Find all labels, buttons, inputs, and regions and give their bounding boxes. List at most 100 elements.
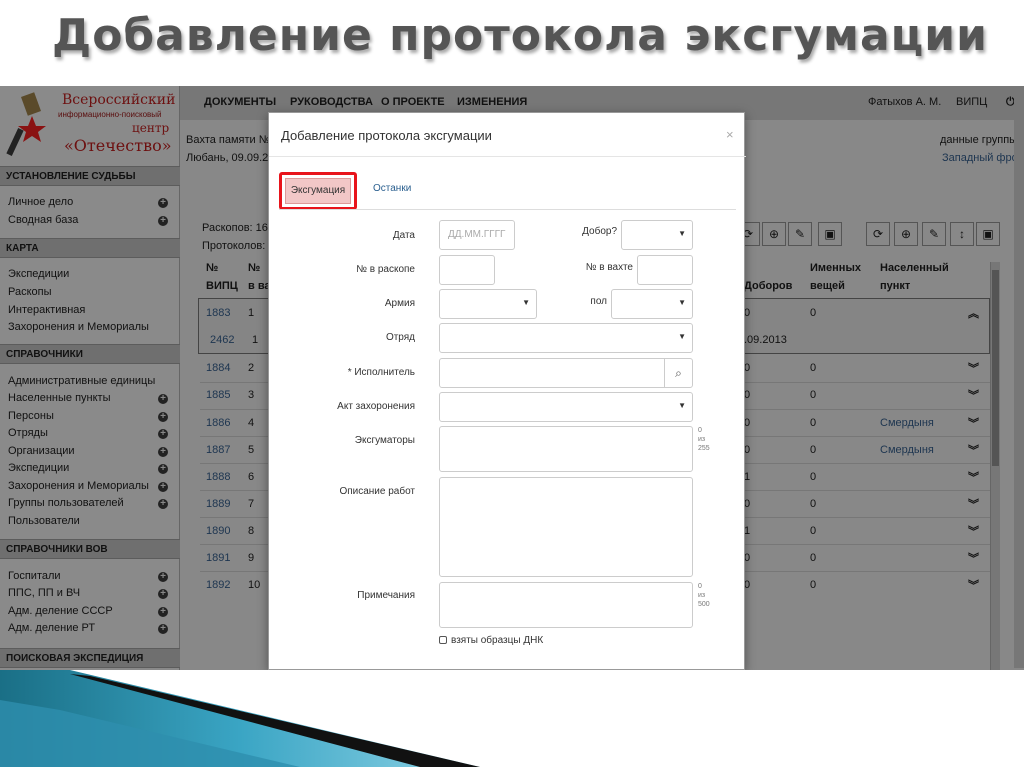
dobor-select[interactable]: ▼ (621, 220, 693, 250)
table-row-id[interactable]: 1890 (206, 525, 230, 537)
burial-act-select[interactable]: ▼ (439, 392, 693, 422)
image-icon[interactable]: ▣ (818, 222, 842, 246)
plus-icon[interactable]: + (158, 624, 168, 634)
chevron-down-icon[interactable]: ︾ (968, 577, 979, 593)
image-icon[interactable]: ▣ (976, 222, 1000, 246)
sidebar-item-rt-division[interactable]: Адм. деление РТ (8, 622, 95, 634)
nav-about[interactable]: О ПРОЕКТЕ (381, 96, 445, 108)
chevron-down-icon[interactable]: ︾ (968, 360, 979, 376)
chevron-down-icon[interactable]: ︾ (968, 550, 979, 566)
table-row-id[interactable]: 1891 (206, 552, 230, 564)
caret-down-icon: ▼ (678, 401, 686, 410)
chevron-down-icon[interactable]: ︾ (968, 442, 979, 458)
chevron-down-icon[interactable]: ︾ (968, 469, 979, 485)
raskop-number-input[interactable] (439, 255, 495, 285)
nav-documents[interactable]: ДОКУМЕНТЫ (204, 96, 276, 108)
chevron-down-icon[interactable]: ︾ (968, 496, 979, 512)
sidebar-item-burials[interactable]: Захоронения и Мемориалы (8, 480, 149, 492)
add-icon[interactable]: ⊕ (762, 222, 786, 246)
sidebar-item-units[interactable]: ППС, ПП и ВЧ (8, 587, 80, 599)
sidebar-item-ussr-division[interactable]: Адм. деление СССР (8, 605, 113, 617)
sidebar-item-burials-map[interactable]: Захоронения и Мемориалы (8, 321, 149, 333)
plus-icon[interactable]: + (158, 216, 168, 226)
vakhta-number-input[interactable] (637, 255, 693, 285)
sidebar-section-map: КАРТА (0, 238, 180, 258)
plus-icon[interactable]: + (158, 447, 168, 457)
exhumators-textarea[interactable] (439, 426, 693, 472)
close-icon[interactable]: × (726, 127, 734, 142)
sidebar-item-expeditions[interactable]: Экспедиции (8, 462, 69, 474)
nav-guides[interactable]: РУКОВОДСТВА (290, 96, 373, 108)
plus-icon[interactable]: + (158, 198, 168, 208)
table-row-id[interactable]: 1888 (206, 471, 230, 483)
plus-icon[interactable]: + (158, 499, 168, 509)
refresh-icon[interactable]: ⟳ (866, 222, 890, 246)
plus-icon[interactable]: + (158, 589, 168, 599)
squad-select[interactable]: ▼ (439, 323, 693, 353)
sidebar-item-summary-base[interactable]: Сводная база (8, 214, 78, 226)
user-name[interactable]: Фатыхов А. М. (868, 96, 941, 108)
table-cell-named: 0 (810, 417, 817, 429)
add-icon[interactable]: ⊕ (894, 222, 918, 246)
settlement-link[interactable]: Смердыня (880, 444, 934, 456)
add-protocol-modal: Добавление протокола эксгумации × Эксгум… (268, 112, 746, 670)
exhumators-counter: 0 из 255 (698, 426, 710, 453)
sidebar: Всероссийский информационно-поисковый це… (0, 86, 180, 670)
sort-icon[interactable]: ↕ (950, 222, 974, 246)
sidebar-item-admin-units[interactable]: Административные единицы (8, 375, 155, 387)
sidebar-item-squads[interactable]: Отряды (8, 427, 48, 439)
table-scrollbar[interactable] (990, 262, 1000, 670)
dna-checkbox[interactable]: взяты образцы ДНК (439, 635, 543, 646)
page-scrollbar[interactable] (1014, 92, 1024, 668)
sidebar-item-persons[interactable]: Персоны (8, 410, 54, 422)
sidebar-item-user-groups[interactable]: Группы пользователей (8, 497, 124, 509)
sidebar-item-excavations[interactable]: Раскопы (8, 286, 52, 298)
scrollbar-thumb[interactable] (992, 270, 999, 466)
settlement-link[interactable]: Смердыня (880, 417, 934, 429)
plus-icon[interactable]: + (158, 429, 168, 439)
work-description-textarea[interactable] (439, 477, 693, 577)
table-row-id[interactable]: 1883 (206, 307, 230, 319)
burial-act-label: Акт захоронения (337, 401, 415, 412)
search-icon[interactable]: ⌕ (664, 359, 692, 387)
date-input[interactable]: ДД.ММ.ГГГГ (439, 220, 515, 250)
sidebar-item-hospitals[interactable]: Госпитали (8, 570, 61, 582)
sidebar-item-interactive[interactable]: Интерактивная (8, 304, 85, 316)
plus-icon[interactable]: + (158, 607, 168, 617)
edit-icon[interactable]: ✎ (788, 222, 812, 246)
tab-remains[interactable]: Останки (373, 183, 411, 194)
chevron-down-icon[interactable]: ︾ (968, 523, 979, 539)
notes-textarea[interactable] (439, 582, 693, 628)
org-name[interactable]: ВИПЦ (956, 96, 987, 108)
table-row-num: 4 (248, 417, 255, 429)
nav-changes[interactable]: ИЗМЕНЕНИЯ (457, 96, 527, 108)
sidebar-item-organizations[interactable]: Организации (8, 445, 75, 457)
table-row-id[interactable]: 1886 (206, 417, 230, 429)
sidebar-item-users[interactable]: Пользователи (8, 515, 80, 527)
tab-exhumation[interactable]: Эксгумация (285, 178, 351, 204)
army-select[interactable]: ▼ (439, 289, 537, 319)
plus-icon[interactable]: + (158, 464, 168, 474)
table-row-id[interactable]: 2462 (210, 334, 234, 346)
executor-input[interactable]: ⌕ (439, 358, 693, 388)
sex-select[interactable]: ▼ (611, 289, 693, 319)
table-row-id[interactable]: 1887 (206, 444, 230, 456)
table-row-id[interactable]: 1892 (206, 579, 230, 591)
plus-icon[interactable]: + (158, 412, 168, 422)
edit-icon[interactable]: ✎ (922, 222, 946, 246)
sidebar-item-settlements[interactable]: Населенные пункты (8, 392, 111, 404)
table-cell-named: 0 (810, 362, 817, 374)
checkbox-box[interactable] (439, 636, 447, 644)
table-row-id[interactable]: 1889 (206, 498, 230, 510)
sidebar-item-expeditions-map[interactable]: Экспедиции (8, 268, 69, 280)
front-link[interactable]: Западный фрон (942, 152, 1024, 164)
table-row-id[interactable]: 1884 (206, 362, 230, 374)
plus-icon[interactable]: + (158, 572, 168, 582)
sidebar-item-personal-file[interactable]: Личное дело (8, 196, 73, 208)
chevron-down-icon[interactable]: ︾ (968, 415, 979, 431)
plus-icon[interactable]: + (158, 394, 168, 404)
plus-icon[interactable]: + (158, 482, 168, 492)
table-row-id[interactable]: 1885 (206, 389, 230, 401)
chevron-down-icon[interactable]: ︾ (968, 387, 979, 403)
chevron-up-icon[interactable]: ︽ (968, 305, 979, 321)
